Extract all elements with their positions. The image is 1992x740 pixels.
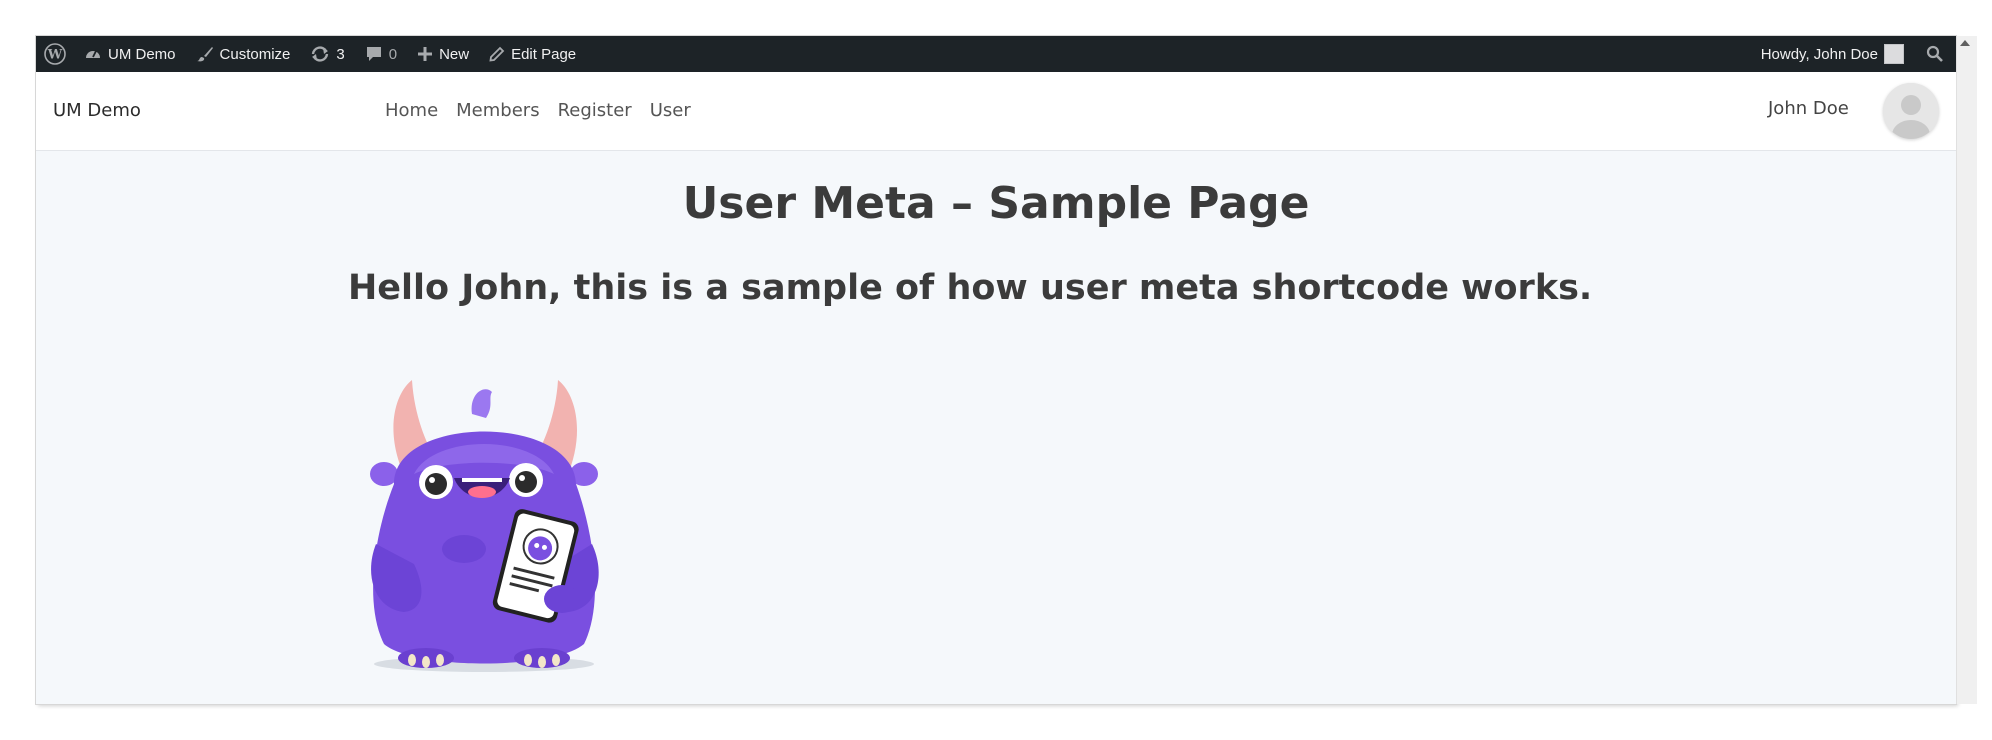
wordpress-icon: W bbox=[44, 43, 66, 65]
user-meta-greeting: Hello John, this is a sample of how user… bbox=[348, 268, 1593, 308]
site-name-menu[interactable]: UM Demo bbox=[74, 36, 186, 72]
updates-link[interactable]: 3 bbox=[300, 36, 354, 72]
my-account-menu[interactable]: Howdy, John Doe bbox=[1751, 36, 1914, 72]
edit-page-link[interactable]: Edit Page bbox=[479, 36, 586, 72]
plus-icon bbox=[417, 46, 433, 62]
admin-bar-avatar bbox=[1884, 44, 1904, 64]
default-avatar-icon bbox=[1883, 83, 1939, 139]
nav-item-home[interactable]: Home bbox=[385, 100, 438, 121]
wp-admin-bar: W UM Demo Customize 3 0 New Edit Page Ho… bbox=[36, 36, 1956, 72]
customize-link[interactable]: Customize bbox=[186, 36, 301, 72]
new-label: New bbox=[439, 45, 470, 63]
site-name-label: UM Demo bbox=[108, 45, 176, 63]
browser-viewport: W UM Demo Customize 3 0 New Edit Page Ho… bbox=[36, 36, 1956, 704]
paintbrush-icon bbox=[196, 45, 214, 63]
wordpress-logo-button[interactable]: W bbox=[36, 36, 74, 72]
nav-item-user[interactable]: User bbox=[650, 100, 691, 121]
howdy-label: Howdy, John Doe bbox=[1760, 45, 1878, 63]
purple-monster-image bbox=[354, 374, 614, 674]
updates-count: 3 bbox=[336, 45, 345, 63]
pencil-icon bbox=[489, 46, 505, 62]
header-user-name[interactable]: John Doe bbox=[1768, 98, 1849, 119]
edit-page-label: Edit Page bbox=[511, 45, 577, 63]
scroll-up-arrow-icon[interactable] bbox=[1960, 40, 1970, 46]
page-title: User Meta – Sample Page bbox=[682, 178, 1310, 229]
admin-search-button[interactable] bbox=[1914, 36, 1956, 72]
customize-label: Customize bbox=[219, 45, 291, 63]
nav-item-members[interactable]: Members bbox=[456, 100, 539, 121]
nav-item-register[interactable]: Register bbox=[558, 100, 632, 121]
search-icon bbox=[1926, 45, 1944, 63]
new-content-menu[interactable]: New bbox=[407, 36, 479, 72]
site-header: UM Demo Home Members Register User John … bbox=[36, 72, 1956, 151]
comments-count: 0 bbox=[388, 45, 398, 63]
svg-text:W: W bbox=[47, 48, 63, 63]
primary-navigation: Home Members Register User bbox=[385, 100, 709, 121]
header-user-avatar[interactable] bbox=[1883, 83, 1939, 139]
site-title[interactable]: UM Demo bbox=[53, 100, 141, 121]
dashboard-gauge-icon bbox=[84, 45, 102, 63]
comment-bubble-icon bbox=[365, 45, 383, 63]
vertical-scrollbar[interactable] bbox=[1956, 36, 1977, 704]
comments-link[interactable]: 0 bbox=[355, 36, 407, 72]
refresh-icon bbox=[310, 45, 330, 63]
